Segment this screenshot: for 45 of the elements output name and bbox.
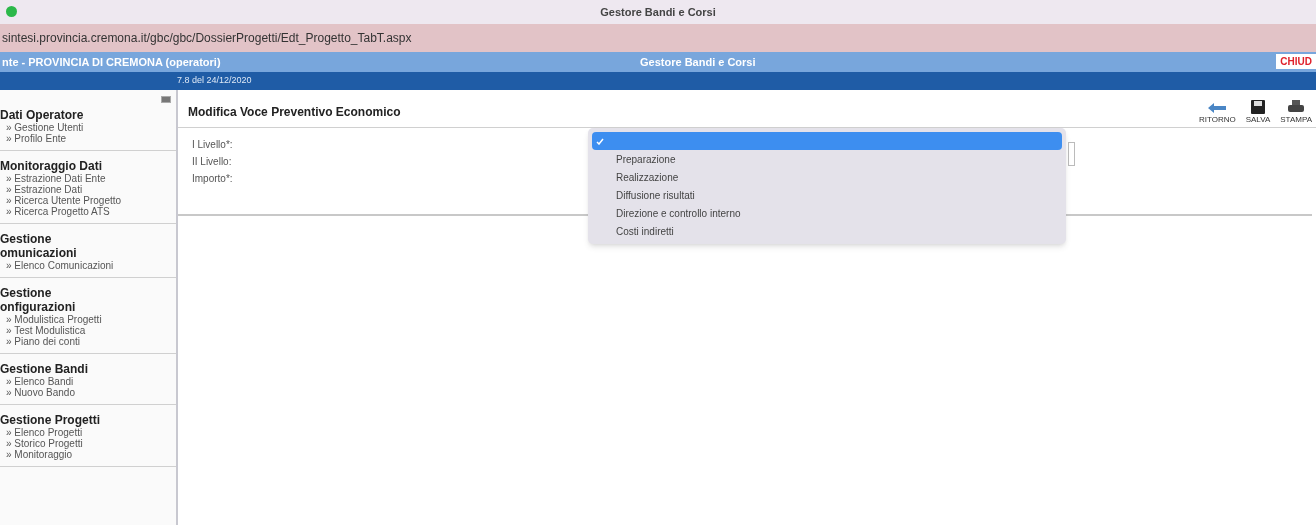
sidebar-link[interactable]: » Profilo Ente [0, 133, 176, 144]
print-icon [1288, 99, 1305, 114]
sidebar-link[interactable]: » Piano dei conti [0, 336, 176, 347]
dropdown-option[interactable]: Diffusione risultati [592, 186, 1062, 204]
sidebar-link[interactable]: » Monitoraggio [0, 449, 176, 460]
checkmark-icon [596, 137, 604, 145]
logout-link[interactable]: CHIUD [1276, 54, 1316, 69]
sidebar-link[interactable]: » Ricerca Utente Progetto [0, 195, 176, 206]
sidebar-link[interactable]: » Storico Progetti [0, 438, 176, 449]
sidebar-link[interactable]: » Nuovo Bando [0, 387, 176, 398]
field-label: II Livello: [192, 155, 232, 169]
toolbar-button[interactable]: STAMPA [1280, 99, 1312, 124]
dropdown-option[interactable]: Costi indiretti [592, 222, 1062, 240]
section-title: Gestione omunicazioni [0, 232, 78, 260]
sidebar-link[interactable]: » Test Modulistica [0, 325, 176, 336]
dropdown-option[interactable] [592, 132, 1062, 150]
toolbar-button[interactable]: SALVA [1245, 99, 1271, 124]
sidebar-link[interactable]: » Gestione Utenti [0, 122, 176, 133]
dropdown-option[interactable]: Preparazione [592, 150, 1062, 168]
section-title: Dati Operatore [0, 108, 85, 122]
dropdown-option[interactable]: Realizzazione [592, 168, 1062, 186]
save-icon [1250, 99, 1265, 114]
form-title: Modifica Voce Preventivo Economico [188, 103, 401, 121]
field-label: Importo*: [192, 172, 233, 186]
header-title: nte - PROVINCIA DI CREMONA (operatori) [1, 54, 222, 70]
sidebar-link[interactable]: » Estrazione Dati [0, 184, 176, 195]
sidebar-link[interactable]: » Elenco Bandi [0, 376, 176, 387]
sidebar-link[interactable]: » Elenco Comunicazioni [0, 260, 176, 271]
zoom-icon[interactable] [6, 6, 17, 17]
sidebar-link[interactable]: » Elenco Progetti [0, 427, 176, 438]
arrow-left-icon [1208, 101, 1227, 114]
sidebar-link[interactable]: » Ricerca Progetto ATS [0, 206, 176, 217]
window-title: Gestore Bandi e Corsi [600, 4, 716, 20]
version-text: 7.8 del 24/12/2020 [177, 74, 252, 88]
section-title: Gestione Bandi [0, 362, 89, 376]
field-label: I Livello*: [192, 138, 233, 152]
section-title: Gestione Progetti [0, 413, 101, 427]
url-text[interactable]: sintesi.provincia.cremona.it/gbc/gbc/DossierProgetti/Edt_Progetto_TabT.aspx [2, 29, 412, 47]
sidebar-link[interactable]: » Modulistica Progetti [0, 314, 176, 325]
toolbar-button[interactable]: RITORNO [1198, 101, 1236, 124]
section-title: Monitoraggio Dati [0, 159, 103, 173]
dropdown-option[interactable]: Direzione e controllo interno [592, 204, 1062, 222]
app-title: Gestore Bandi e Corsi [640, 54, 756, 70]
sidebar-link[interactable]: » Estrazione Dati Ente [0, 173, 176, 184]
section-title: Gestione onfigurazioni [0, 286, 77, 314]
